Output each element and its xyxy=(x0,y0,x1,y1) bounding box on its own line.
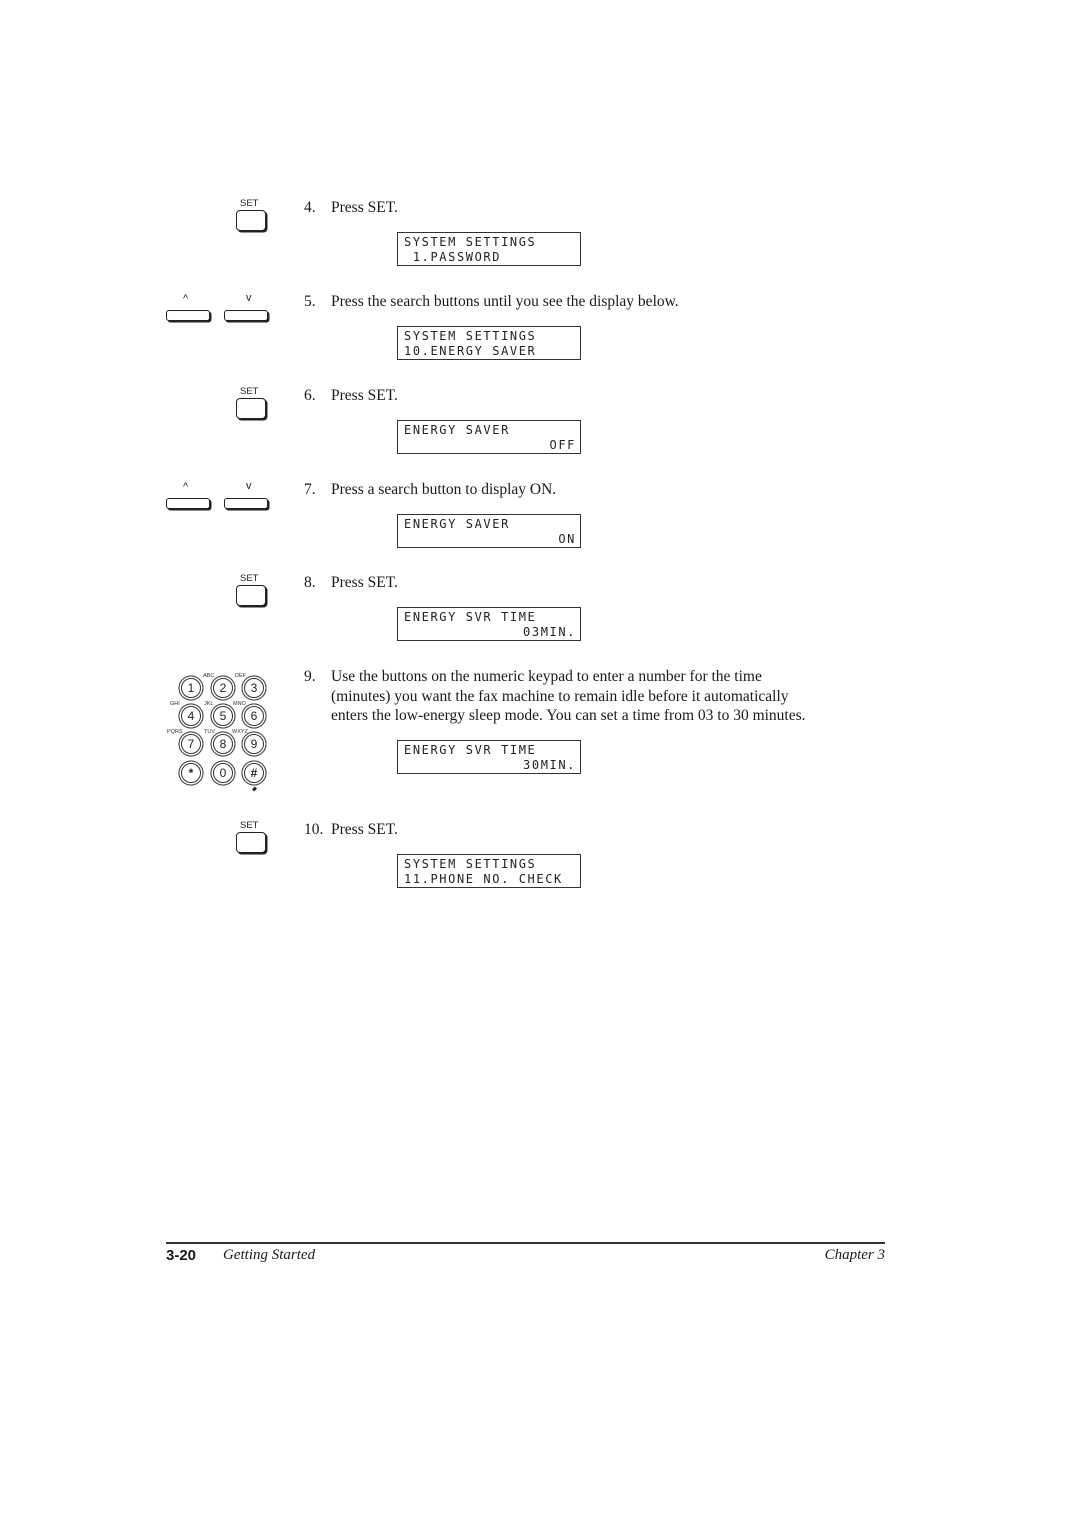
keypad-letters: GHI xyxy=(170,701,180,707)
step-text-line-3: enters the low-energy sleep mode. You ca… xyxy=(331,707,806,724)
footer-rule xyxy=(166,1242,885,1244)
lcd-display: SYSTEM SETTINGS 1.PASSWORD xyxy=(397,232,581,266)
set-button-icon xyxy=(236,210,266,231)
search-up-label: ^ xyxy=(183,293,189,305)
lcd-display: SYSTEM SETTINGS 11.PHONE NO. CHECK xyxy=(397,854,581,888)
keypad-letters: MNO xyxy=(233,701,246,707)
keypad-letters: ABC xyxy=(203,673,215,679)
keypad-key-1: 1 xyxy=(181,678,201,698)
keypad-letters: DEF xyxy=(235,673,246,679)
lcd-line-2: ON xyxy=(558,532,576,546)
lcd-display: ENERGY SAVER OFF xyxy=(397,420,581,454)
set-button-label: SET xyxy=(240,820,259,831)
set-button-icon xyxy=(236,398,266,419)
search-down-label: v xyxy=(246,292,252,304)
lcd-line-2: 11.PHONE NO. CHECK xyxy=(404,872,563,886)
keypad-key-9: 9 xyxy=(244,734,264,754)
keypad-key-2: 2 xyxy=(213,678,233,698)
set-button-icon xyxy=(236,585,266,606)
step-number: 7. xyxy=(304,481,316,498)
lcd-line-1: ENERGY SVR TIME xyxy=(404,743,537,757)
step-number: 5. xyxy=(304,293,316,310)
keypad-key-star: * xyxy=(181,763,201,783)
keypad-key-hash: # xyxy=(244,763,264,783)
keypad-letters: JKL xyxy=(204,701,214,707)
lcd-display: ENERGY SVR TIME 03MIN. xyxy=(397,607,581,641)
keypad-key-3: 3 xyxy=(244,678,264,698)
lcd-line-1: SYSTEM SETTINGS xyxy=(404,235,537,249)
lcd-line-1: ENERGY SAVER xyxy=(404,517,510,531)
set-button-label: SET xyxy=(240,386,259,397)
search-up-button-icon xyxy=(166,310,210,321)
step-text-line-2: (minutes) you want the fax machine to re… xyxy=(331,687,789,705)
keypad-key-7: 7 xyxy=(181,734,201,754)
lcd-line-2: 30MIN. xyxy=(523,758,576,772)
hash-dot-icon xyxy=(252,786,257,792)
keypad-key-4: 4 xyxy=(181,706,201,726)
keypad-key-8: 8 xyxy=(213,734,233,754)
lcd-display: ENERGY SVR TIME 30MIN. xyxy=(397,740,581,774)
step-text: Press the search buttons until you see t… xyxy=(331,293,679,310)
chapter-label: Chapter 3 xyxy=(824,1247,885,1263)
set-button-label: SET xyxy=(240,198,259,209)
search-up-label: ^ xyxy=(183,481,189,493)
search-down-label: v xyxy=(246,480,252,492)
step-text: Press SET. xyxy=(331,387,398,404)
keypad-key-6: 6 xyxy=(244,706,264,726)
lcd-line-2: 03MIN. xyxy=(523,625,576,639)
lcd-display: ENERGY SAVER ON xyxy=(397,514,581,548)
keypad-letters: PQRS xyxy=(167,729,183,735)
step-text: Press SET. xyxy=(331,199,398,216)
search-down-button-icon xyxy=(224,310,268,321)
keypad-letters: WXYZ xyxy=(232,729,248,735)
set-button-icon xyxy=(236,832,266,853)
section-title: Getting Started xyxy=(223,1247,316,1263)
lcd-line-1: ENERGY SVR TIME xyxy=(404,610,537,624)
lcd-line-1: SYSTEM SETTINGS xyxy=(404,329,537,343)
keypad-key-5: 5 xyxy=(213,706,233,726)
step-text: Press a search button to display ON. xyxy=(331,481,557,498)
step-text: Press SET. xyxy=(331,821,398,838)
step-number: 8. xyxy=(304,574,316,591)
lcd-display: SYSTEM SETTINGS 10.ENERGY SAVER xyxy=(397,326,581,360)
lcd-line-2: OFF xyxy=(549,438,576,452)
page-number: 3-20 xyxy=(166,1247,197,1264)
step-number: 9. xyxy=(304,668,316,685)
lcd-line-2: 10.ENERGY SAVER xyxy=(404,344,537,358)
lcd-line-1: ENERGY SAVER xyxy=(404,423,510,437)
set-button-label: SET xyxy=(240,573,259,584)
search-up-button-icon xyxy=(166,498,210,509)
keypad-key-0: 0 xyxy=(213,763,233,783)
step-text: Press SET. xyxy=(331,574,398,591)
keypad-letters: TUV xyxy=(204,729,215,735)
lcd-line-1: SYSTEM SETTINGS xyxy=(404,857,537,871)
step-number: 10. xyxy=(304,821,324,838)
lcd-line-2: 1.PASSWORD xyxy=(404,250,502,264)
search-down-button-icon xyxy=(224,498,268,509)
step-number: 4. xyxy=(304,199,316,216)
step-number: 6. xyxy=(304,387,316,404)
step-text-line-1: Use the buttons on the numeric keypad to… xyxy=(331,668,762,685)
